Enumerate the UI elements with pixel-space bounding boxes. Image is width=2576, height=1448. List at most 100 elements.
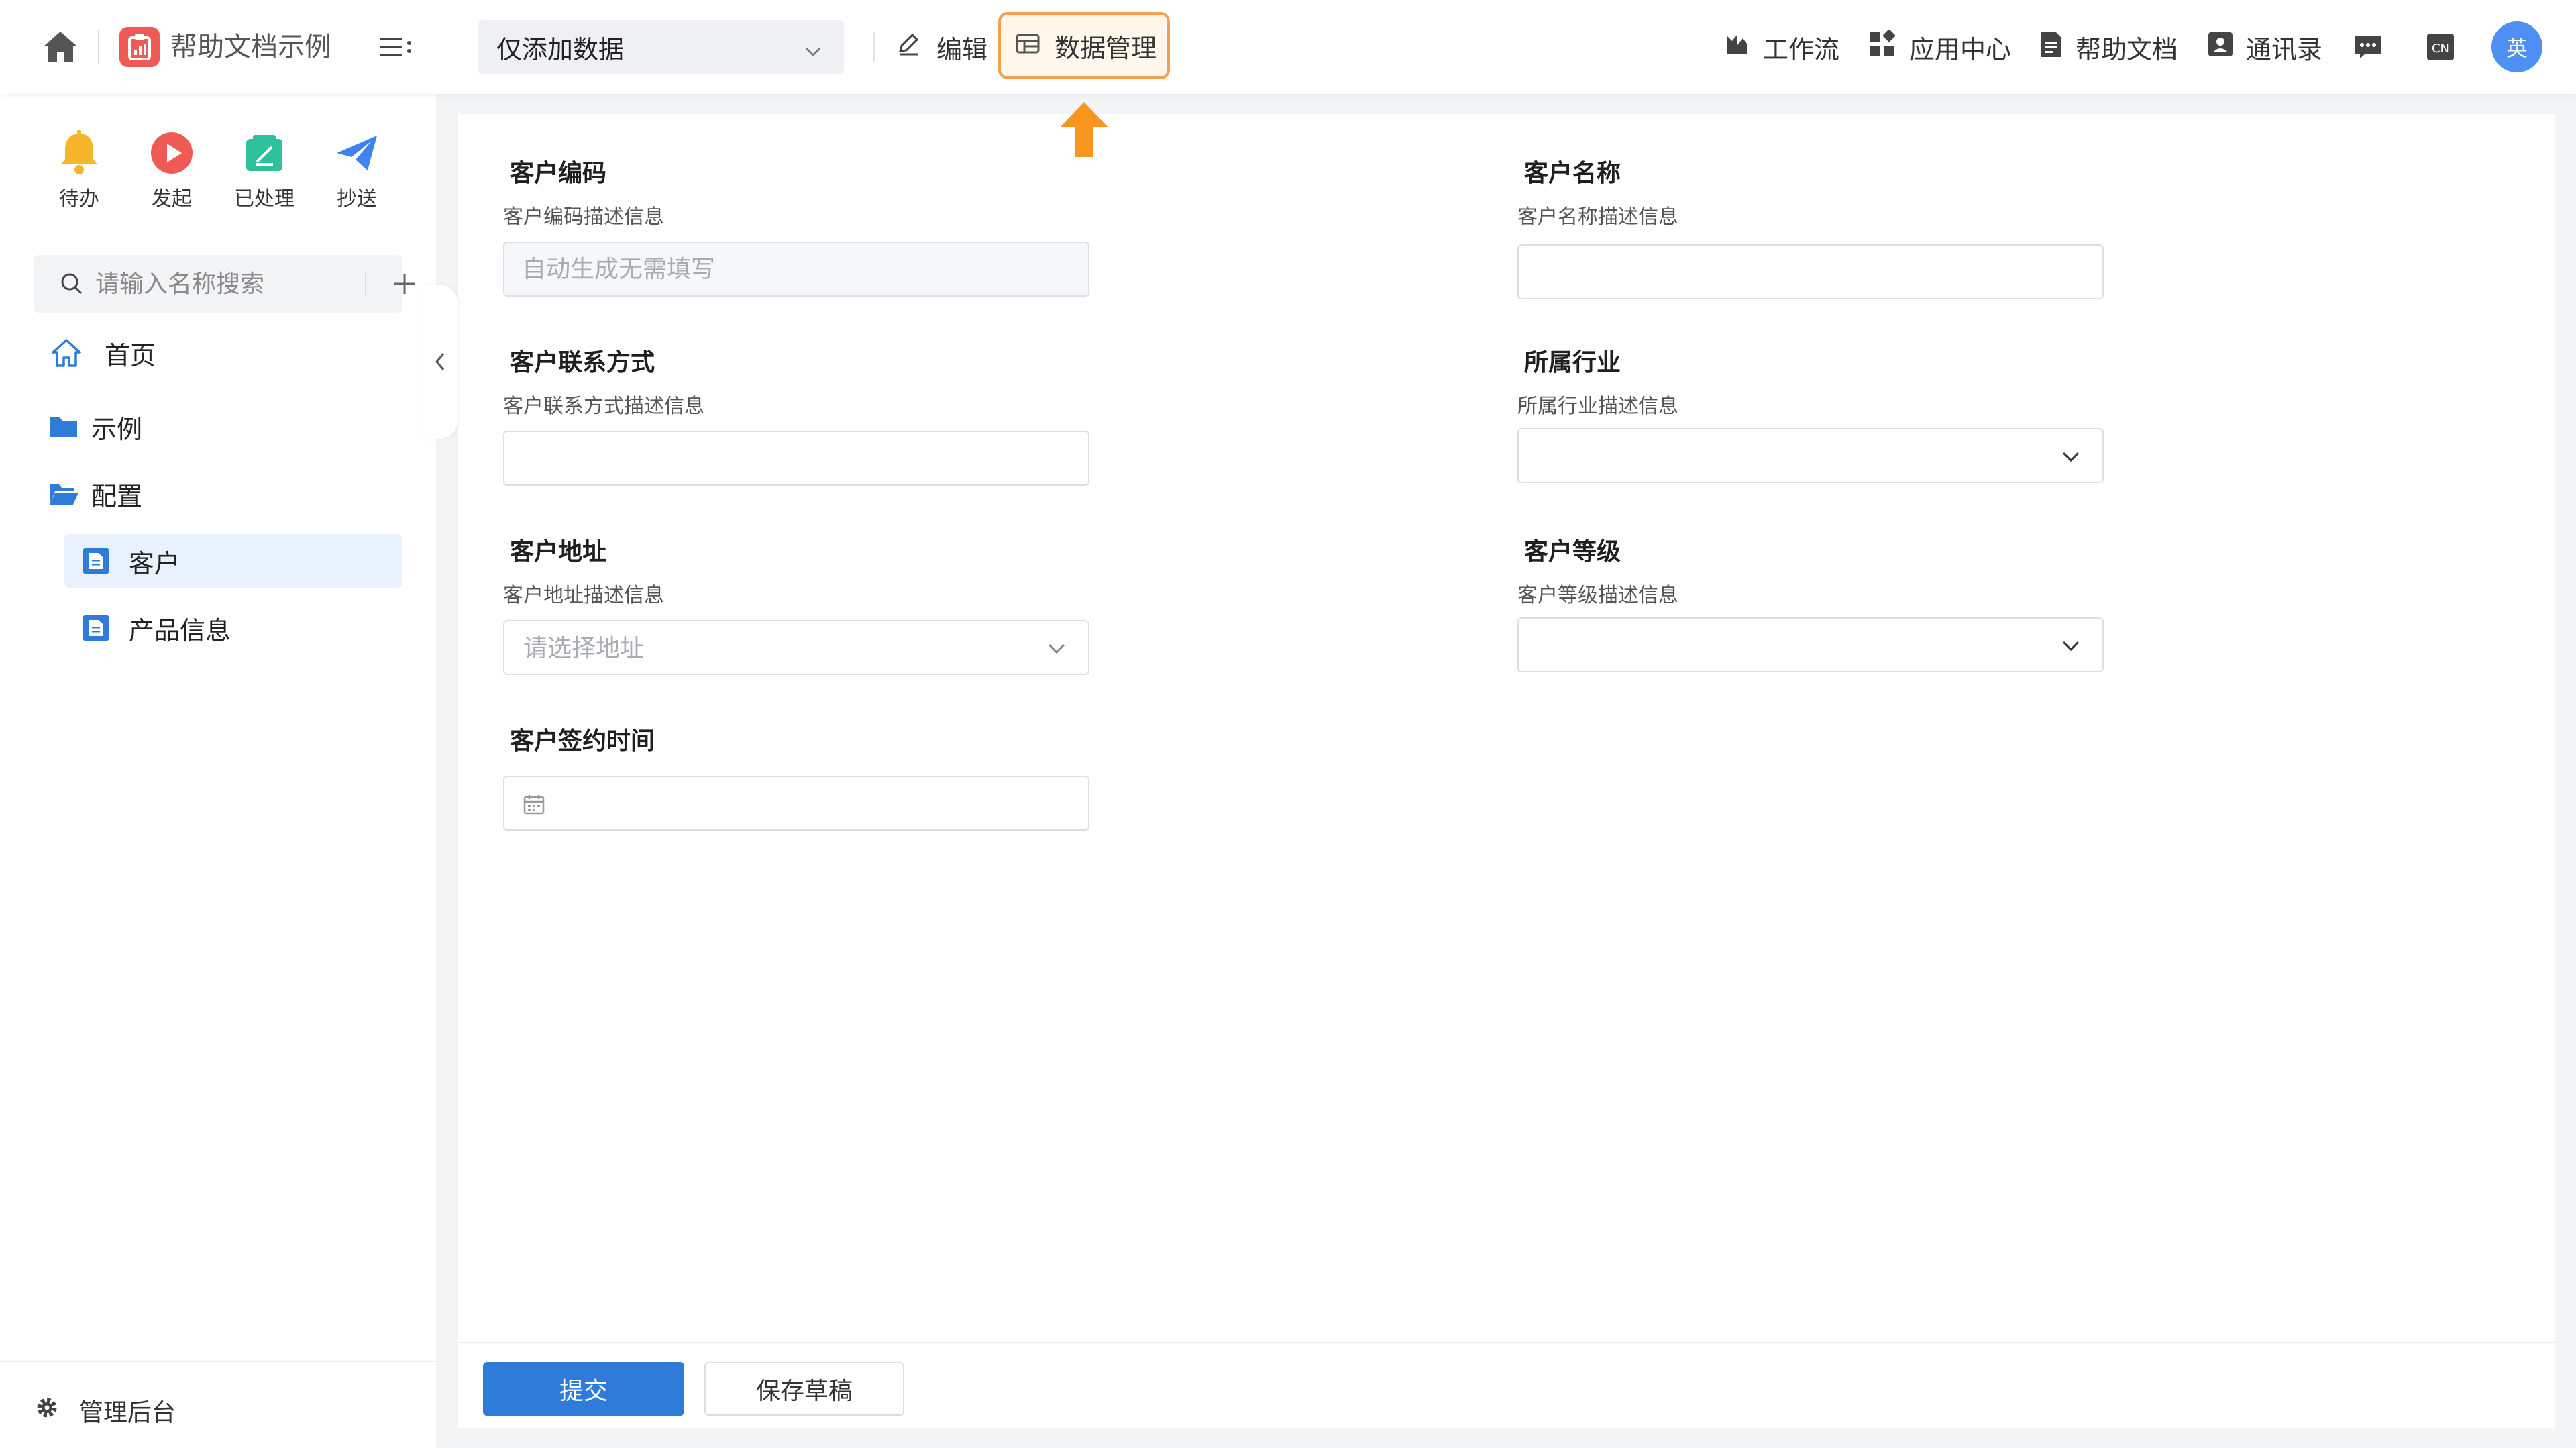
- calendar-icon: [523, 794, 545, 817]
- app-logo-icon: [119, 27, 160, 67]
- sidebar-item-customer[interactable]: 客户: [64, 534, 402, 588]
- view-mode-select[interactable]: 仅添加数据: [478, 20, 844, 74]
- bell-icon: [55, 129, 103, 177]
- field-label: 客户联系方式: [510, 349, 655, 376]
- chevron-down-icon: [1046, 641, 1067, 659]
- home-icon[interactable]: [39, 25, 82, 68]
- sidebar-search-input[interactable]: [95, 264, 337, 303]
- app-title: 帮助文档示例: [170, 32, 331, 62]
- customer-level-select[interactable]: [1517, 617, 2104, 672]
- chevron-down-icon: [804, 38, 822, 67]
- quick-action-label: 待办: [59, 187, 99, 211]
- sidebar-collapse-button[interactable]: [423, 285, 458, 439]
- field-label: 客户签约时间: [510, 727, 655, 755]
- field-industry: 所属行业 所属行业描述信息: [1517, 348, 2104, 483]
- form-panel: 客户编码 客户编码描述信息 客户名称 客户名称描述信息 客户联系方式 客户联系方…: [458, 114, 2555, 1342]
- menu-toggle-icon[interactable]: [377, 31, 415, 63]
- customer-code-input[interactable]: [503, 242, 1089, 297]
- field-description: 客户等级描述信息: [1517, 584, 1678, 607]
- pencil-icon: [895, 31, 922, 64]
- field-customer-address: 客户地址 客户地址描述信息 请选择地址: [503, 537, 1089, 675]
- send-icon: [333, 129, 381, 177]
- field-label: 客户编码: [510, 160, 607, 187]
- help-doc-link[interactable]: 帮助文档: [2039, 24, 2178, 70]
- contacts-label: 通讯录: [2246, 34, 2323, 64]
- folder-icon: [46, 409, 82, 445]
- quick-action-label: 已处理: [234, 187, 294, 211]
- sidebar-item-product-info[interactable]: 产品信息: [64, 601, 402, 655]
- form-footer: 提交 保存草稿: [458, 1342, 2555, 1428]
- admin-console-label: 管理后台: [79, 1399, 176, 1427]
- language-icon[interactable]: CN: [2420, 27, 2461, 67]
- workflow-label: 工作流: [1763, 34, 1840, 64]
- sidebar-item-label: 首页: [105, 340, 156, 370]
- quick-action-label: 发起: [152, 187, 192, 211]
- add-icon[interactable]: [388, 267, 421, 301]
- submit-button[interactable]: 提交: [483, 1362, 684, 1416]
- gear-icon: [35, 1396, 59, 1426]
- toolbar-divider: [873, 32, 875, 62]
- chevron-down-icon: [2061, 450, 2081, 467]
- sidebar-item-label: 配置: [91, 481, 143, 511]
- customer-address-select[interactable]: 请选择地址: [503, 620, 1089, 675]
- arrow-up-icon: [1060, 102, 1108, 157]
- check-doc-icon: [240, 129, 288, 177]
- folder-open-icon: [46, 476, 82, 512]
- field-customer-contact: 客户联系方式 客户联系方式描述信息: [503, 348, 1089, 486]
- edit-button[interactable]: 编辑: [885, 24, 997, 70]
- field-description: 客户地址描述信息: [503, 584, 664, 607]
- data-manage-label: 数据管理: [1055, 33, 1157, 63]
- page-icon: [78, 543, 114, 579]
- quick-action-cc[interactable]: 抄送: [310, 129, 404, 212]
- search-divider: [365, 272, 366, 297]
- customer-address-placeholder: 请选择地址: [523, 635, 645, 662]
- home-icon: [48, 335, 85, 371]
- field-description: 客户名称描述信息: [1517, 205, 1678, 229]
- field-customer-level: 客户等级 客户等级描述信息: [1517, 537, 2104, 672]
- play-icon: [148, 129, 196, 177]
- customer-name-input[interactable]: [1517, 244, 2104, 299]
- sign-time-date-picker[interactable]: [503, 776, 1089, 831]
- sidebar: 待办 发起 已处理 抄送 首页: [0, 94, 436, 1448]
- field-label: 所属行业: [1524, 349, 1621, 376]
- contacts-link[interactable]: 通讯录: [2207, 24, 2322, 70]
- field-customer-name: 客户名称 客户名称描述信息: [1517, 158, 2104, 299]
- workflow-icon: [1723, 30, 1751, 64]
- quick-action-todo[interactable]: 待办: [32, 129, 126, 212]
- field-label: 客户等级: [1524, 538, 1621, 566]
- header-divider: [98, 30, 99, 64]
- document-icon: [2039, 30, 2063, 65]
- sidebar-item-label: 客户: [129, 548, 180, 578]
- sidebar-item-home[interactable]: 首页: [48, 326, 397, 380]
- field-description: 客户编码描述信息: [503, 205, 664, 229]
- contacts-icon: [2207, 31, 2234, 64]
- customer-contact-input[interactable]: [503, 431, 1089, 486]
- sidebar-item-config[interactable]: 配置: [46, 467, 394, 521]
- page-icon: [78, 610, 114, 646]
- message-icon[interactable]: [2348, 27, 2388, 67]
- field-sign-time: 客户签约时间: [503, 726, 1089, 831]
- quick-action-label: 抄送: [337, 187, 377, 211]
- sidebar-footer: 管理后台: [0, 1361, 436, 1448]
- quick-action-done[interactable]: 已处理: [217, 129, 311, 212]
- workflow-link[interactable]: 工作流: [1723, 24, 1839, 70]
- field-description: 所属行业描述信息: [1517, 395, 1678, 418]
- admin-console-link[interactable]: 管理后台: [35, 1393, 176, 1428]
- data-manage-button[interactable]: 数据管理: [998, 12, 1170, 79]
- svg-text:CN: CN: [2432, 42, 2449, 56]
- sidebar-item-example[interactable]: 示例: [46, 400, 394, 454]
- app-center-link[interactable]: 应用中心: [1868, 24, 2011, 70]
- table-icon: [1016, 31, 1040, 60]
- quick-action-start[interactable]: 发起: [125, 129, 219, 212]
- field-label: 客户地址: [510, 538, 607, 566]
- app-center-label: 应用中心: [1909, 34, 2012, 64]
- top-header: 帮助文档示例 仅添加数据 编辑 数据管理 工作流 应用中心 帮助文档 通讯录 C…: [0, 0, 2576, 94]
- industry-select[interactable]: [1517, 428, 2104, 483]
- chevron-down-icon: [2061, 639, 2081, 656]
- edit-label: 编辑: [936, 34, 988, 64]
- chevron-left-icon: [435, 353, 445, 370]
- field-label: 客户名称: [1524, 160, 1621, 187]
- user-avatar[interactable]: 英: [2491, 21, 2542, 72]
- field-customer-code: 客户编码 客户编码描述信息: [503, 158, 1089, 297]
- save-draft-button[interactable]: 保存草稿: [704, 1362, 904, 1416]
